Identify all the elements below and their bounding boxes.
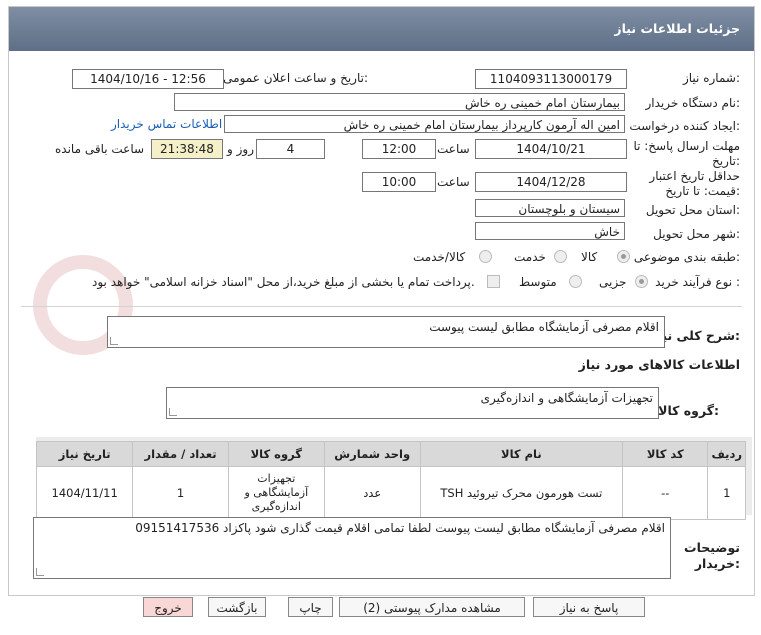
table-row: 1 -- تست هورمون محرک تیروئید TSH عدد تجه…	[35, 466, 746, 520]
col-header-index: ردیف	[707, 441, 746, 467]
province-field: سیستان و بلوچستان	[475, 199, 625, 217]
announce-label: تاریخ و ساعت اعلان عمومی:	[223, 71, 368, 85]
cell-group: تجهیزات آزمایشگاهی و اندازه‌گیری	[227, 466, 325, 520]
goods-group-field: تجهیزات آزمایشگاهی و اندازه‌گیری	[166, 387, 659, 419]
process-radio-minor[interactable]	[635, 275, 648, 288]
category-radio-goods-service[interactable]	[479, 250, 492, 263]
deadline-label: مهلت ارسال پاسخ: تا تاریخ:	[633, 139, 740, 168]
days-label: روز و	[227, 142, 254, 156]
province-label: استان محل تحویل:	[645, 203, 740, 217]
goods-section-title: اطلاعات کالاهای مورد نیاز	[578, 357, 740, 372]
items-table: ردیف کد کالا نام کالا واحد شمارش گروه کا…	[35, 441, 746, 520]
panel-title: جزئیات اطلاعات نیاز	[614, 21, 740, 36]
col-header-date: تاریخ نیاز	[35, 441, 134, 467]
back-button[interactable]: بازگشت	[208, 597, 266, 617]
days-field: 4	[256, 139, 325, 159]
deadline-time-field: 12:00	[362, 139, 436, 159]
exit-button[interactable]: خروج	[143, 597, 193, 617]
process-option-minor: جزیی	[599, 275, 627, 289]
announce-field: 1404/10/16 - 12:56	[72, 69, 224, 89]
validity-date-field: 1404/12/28	[475, 172, 627, 192]
panel-header: جزئیات اطلاعات نیاز	[9, 7, 754, 51]
category-option-service: خدمت	[514, 250, 546, 264]
category-option-goods-service: کالا/خدمت	[413, 250, 466, 264]
col-header-name: نام کالا	[419, 441, 624, 467]
validity-label: حداقل تاریخ اعتبار قیمت: تا تاریخ:	[649, 169, 740, 198]
goods-group-label: گروه کالا:	[658, 403, 719, 418]
city-field: خاش	[475, 222, 625, 240]
need-number-field: 1104093113000179	[475, 69, 627, 89]
category-label: طبقه بندی موضوعی:	[633, 250, 740, 264]
attachments-button[interactable]: مشاهده مدارک پیوستی (2)	[339, 597, 525, 617]
contact-buyer-link[interactable]: اطلاعات تماس خریدار	[111, 117, 222, 131]
deadline-date-field: 1404/10/21	[475, 139, 627, 159]
process-radio-medium[interactable]	[569, 275, 582, 288]
remaining-time-field: 21:38:48	[151, 139, 223, 159]
need-details-panel: جزئیات اطلاعات نیاز شماره نیاز: 11040931…	[8, 6, 755, 596]
requester-field: امین اله آرمون کارپرداز بیمارستان امام خ…	[224, 115, 625, 133]
description-field: اقلام مصرفی آزمایشگاه مطابق لیست پیوست	[107, 316, 665, 348]
cell-name: تست هورمون محرک تیروئید TSH	[419, 466, 624, 520]
treasury-note: پرداخت تمام یا بخشی از مبلغ خرید،از محل …	[92, 275, 475, 289]
cell-qty: 1	[132, 466, 229, 520]
city-label: شهر محل تحویل:	[653, 227, 740, 241]
buyer-org-label: نام دستگاه خریدار:	[645, 96, 741, 110]
divider	[21, 306, 742, 307]
reply-button[interactable]: پاسخ به نیاز	[533, 597, 645, 617]
category-radio-goods[interactable]	[617, 250, 630, 263]
category-option-goods: کالا	[581, 250, 598, 264]
deadline-time-label: ساعت	[437, 142, 470, 156]
process-option-medium: متوسط	[519, 275, 557, 289]
print-button[interactable]: چاپ	[288, 597, 333, 617]
cell-unit: عدد	[323, 466, 421, 520]
col-header-qty: تعداد / مقدار	[132, 441, 229, 467]
col-header-unit: واحد شمارش	[323, 441, 421, 467]
buyer-notes-field: اقلام مصرفی آزمایشگاه مطابق لیست پیوست ل…	[33, 517, 671, 579]
validity-time-field: 10:00	[362, 172, 436, 192]
cell-code: --	[622, 466, 709, 520]
category-radio-service[interactable]	[554, 250, 567, 263]
need-number-label: شماره نیاز:	[682, 71, 740, 85]
buyer-notes-label: توضیحات خریدار:	[684, 540, 740, 571]
validity-time-label: ساعت	[437, 175, 470, 189]
cell-date: 1404/11/11	[35, 466, 134, 520]
cell-index: 1	[707, 466, 746, 520]
col-header-code: کد کالا	[622, 441, 709, 467]
treasury-checkbox[interactable]	[487, 275, 500, 288]
col-header-group: گروه کالا	[227, 441, 325, 467]
buyer-org-field: بیمارستان امام خمینی ره خاش	[174, 93, 625, 111]
remaining-label: ساعت باقی مانده	[55, 142, 145, 156]
process-label: نوع فرآیند خرید :	[655, 275, 740, 289]
requester-label: ایجاد کننده درخواست:	[629, 119, 740, 133]
